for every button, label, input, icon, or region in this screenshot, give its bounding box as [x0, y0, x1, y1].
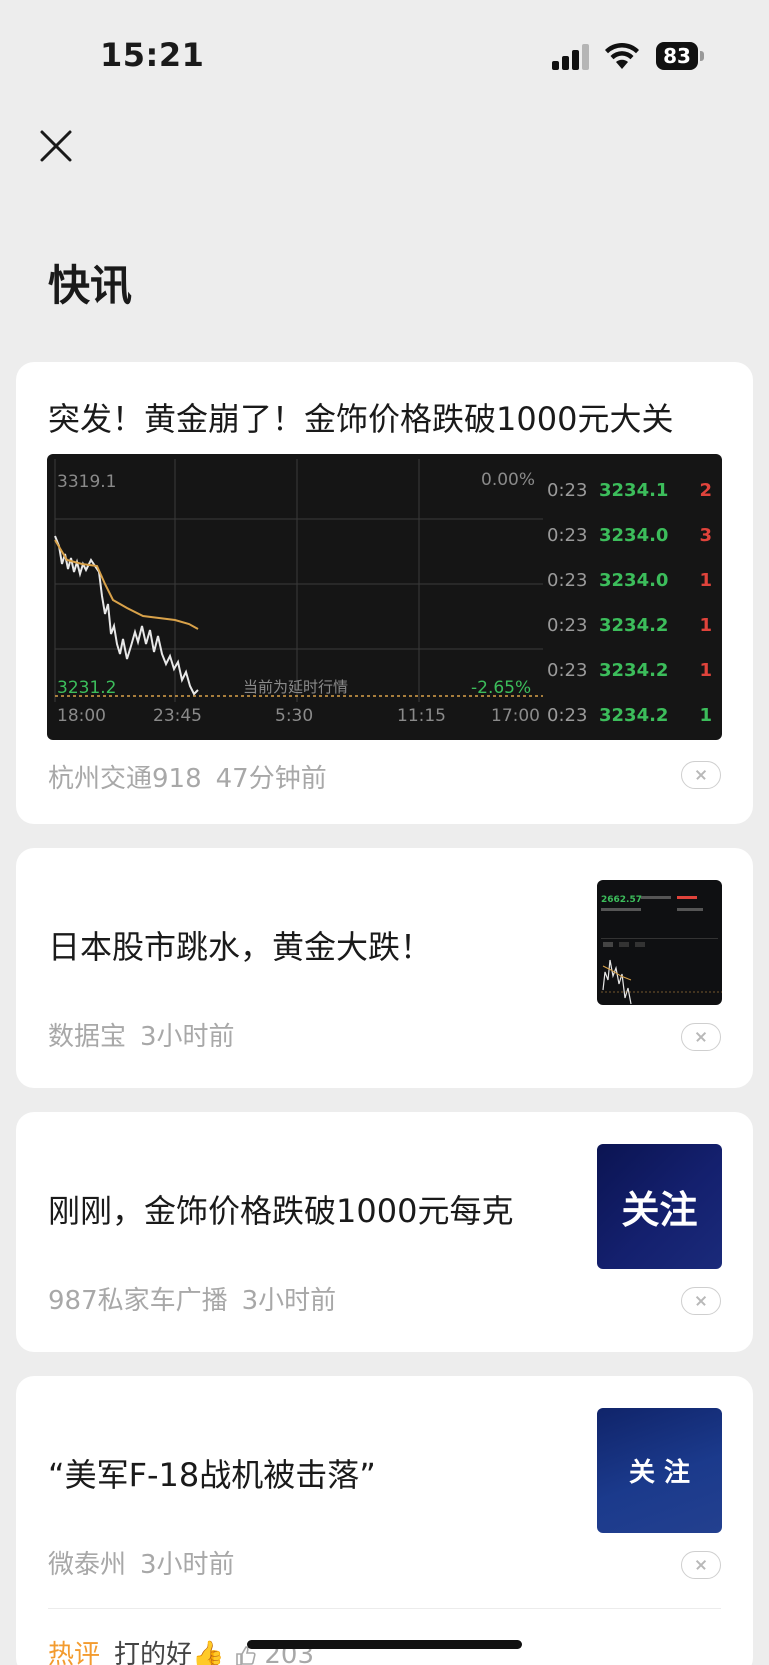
status-bar: 15:21 83	[0, 0, 769, 110]
chart-low-label: 3231.2	[57, 678, 117, 698]
news-meta: 数据宝 3小时前	[48, 1016, 235, 1053]
news-title: 日本股市跳水，黄金大跌！	[48, 928, 433, 966]
tick-row: 0:23 3234.0 1	[543, 558, 722, 603]
tick-volume: 3	[699, 525, 712, 546]
battery-level: 83	[656, 42, 698, 70]
news-meta: 杭州交通918 47分钟前	[48, 758, 327, 795]
thumbnail-text: 关注	[621, 1188, 698, 1232]
tick-time: 0:23	[547, 480, 588, 501]
tick-price: 3234.0	[599, 570, 669, 591]
x-tick-label: 23:45	[153, 706, 202, 726]
chart-pct-top: 0.00%	[481, 470, 536, 490]
price-line-plot	[54, 459, 543, 702]
tick-time: 0:23	[547, 570, 588, 591]
tick-price: 3234.0	[599, 525, 669, 546]
thumbnail-text: 关 注	[628, 1458, 691, 1488]
wifi-icon	[605, 42, 639, 69]
cellular-signal-icon	[552, 44, 592, 70]
tick-time: 0:23	[547, 615, 588, 636]
x-tick-label: 17:00	[491, 706, 540, 726]
status-time: 15:21	[100, 36, 205, 74]
news-meta: 987私家车广播 3小时前	[48, 1280, 336, 1317]
news-thumbnail: 关注	[597, 1144, 722, 1269]
chart-pct-bottom: -2.65%	[471, 678, 532, 698]
thumbnail-price: 2662.57	[601, 895, 642, 905]
tick-volume: 1	[699, 570, 712, 591]
battery-icon: 83	[656, 42, 704, 70]
news-card[interactable]: 日本股市跳水，黄金大跌！ 2662.57 数据宝 3小时前	[16, 848, 753, 1088]
news-title: 突发！黄金崩了！金饰价格跌破1000元大关	[48, 400, 674, 438]
dismiss-button[interactable]	[681, 1551, 721, 1579]
news-source: 987私家车广播	[48, 1286, 228, 1316]
news-time: 3小时前	[241, 1286, 337, 1316]
news-time: 3小时前	[140, 1022, 235, 1052]
dismiss-button[interactable]	[681, 761, 721, 789]
hot-comment-text: 打的好👍	[114, 1640, 225, 1665]
news-thumbnail: 关 注	[597, 1408, 722, 1533]
tick-price: 3234.2	[599, 615, 669, 636]
tick-volume: 1	[699, 615, 712, 636]
dismiss-button[interactable]	[681, 1287, 721, 1315]
close-icon[interactable]	[34, 124, 78, 168]
gold-price-chart: 3319.1 0.00% 3231.2 当前为延时行情 -2.65% 18:00…	[47, 454, 722, 740]
tick-volume: 1	[699, 705, 712, 726]
tick-time: 0:23	[547, 525, 588, 546]
hot-comment-tag: 热评	[48, 1640, 101, 1665]
chart-delay-note: 当前为延时行情	[243, 678, 349, 696]
news-time: 3小时前	[140, 1550, 235, 1580]
tick-volume: 2	[699, 480, 712, 501]
news-title: “美军F-18战机被击落”	[48, 1456, 376, 1494]
tick-row: 0:23 3234.1 2	[543, 468, 722, 513]
tick-price: 3234.1	[599, 480, 669, 501]
hot-comment[interactable]: 热评 打的好👍 203	[48, 1634, 314, 1665]
home-indicator[interactable]	[247, 1640, 522, 1649]
news-source: 数据宝	[48, 1022, 127, 1052]
news-source: 杭州交通918	[48, 764, 202, 794]
divider	[48, 1608, 721, 1609]
news-title: 刚刚，金饰价格跌破1000元每克	[48, 1192, 514, 1230]
tick-row: 0:23 3234.2 1	[543, 603, 722, 648]
tick-row: 0:23 3234.0 3	[543, 513, 722, 558]
x-tick-label: 18:00	[57, 706, 106, 726]
page-title: 快讯	[48, 261, 133, 310]
dismiss-button[interactable]	[681, 1023, 721, 1051]
chart-high-label: 3319.1	[57, 472, 117, 492]
tick-price: 3234.2	[599, 660, 669, 681]
news-meta: 微泰州 3小时前	[48, 1544, 235, 1581]
news-time: 47分钟前	[215, 764, 327, 794]
news-card[interactable]: 刚刚，金饰价格跌破1000元每克 关注 987私家车广播 3小时前	[16, 1112, 753, 1352]
x-tick-label: 5:30	[275, 706, 314, 726]
news-card[interactable]: 突发！黄金崩了！金饰价格跌破1000元大关 3319.1 0.00% 3231.…	[16, 362, 753, 824]
price-line	[54, 535, 199, 696]
news-card[interactable]: “美军F-18战机被击落” 关 注 微泰州 3小时前 热评 打的好👍 203	[16, 1376, 753, 1665]
tick-row: 0:23 3234.2 1	[543, 648, 722, 693]
tick-volume: 1	[699, 660, 712, 681]
tick-time: 0:23	[547, 660, 588, 681]
tick-row: 0:23 3234.2 1	[543, 693, 722, 738]
news-thumbnail: 2662.57	[597, 880, 722, 1005]
tick-price: 3234.2	[599, 705, 669, 726]
tick-time: 0:23	[547, 705, 588, 726]
x-tick-label: 11:15	[397, 706, 446, 726]
news-source: 微泰州	[48, 1550, 127, 1580]
